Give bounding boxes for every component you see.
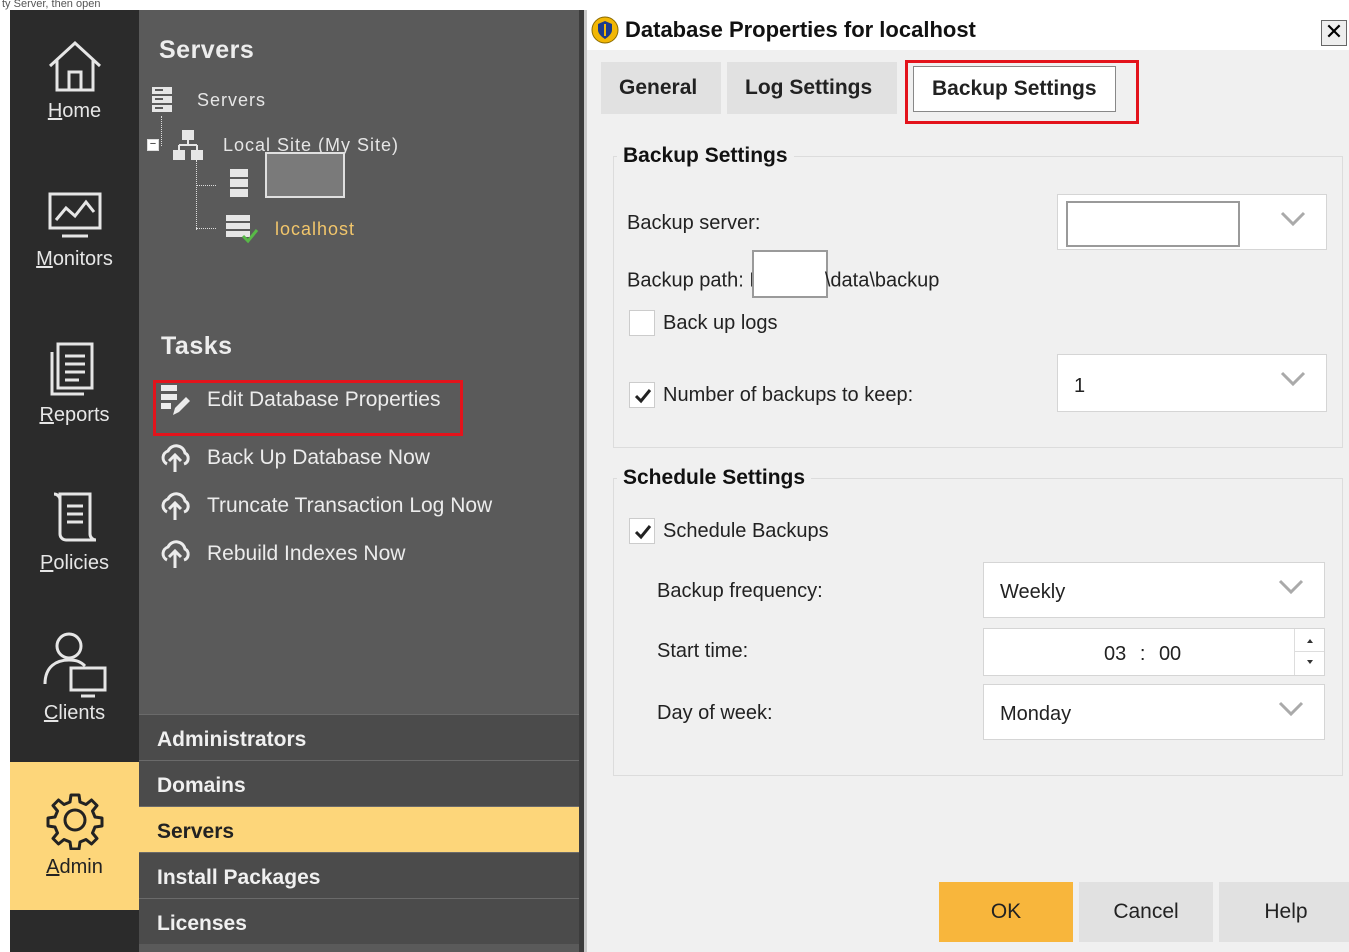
spin-down-icon — [1307, 660, 1313, 664]
tree-item-server-redacted[interactable] — [229, 152, 345, 198]
backup-path-label: Backup path: I \data\backup — [627, 250, 939, 298]
back-up-logs-label: Back up logs — [663, 312, 778, 334]
number-of-backups-label: Number of backups to keep: — [663, 384, 914, 406]
accordion-administrators[interactable]: Administrators — [139, 714, 579, 760]
start-time-label: Start time: — [657, 640, 749, 662]
collapse-toggle-icon[interactable]: − — [147, 139, 159, 151]
checkmark-icon — [634, 525, 652, 540]
cloud-upload-icon — [161, 492, 190, 520]
policy-scroll-icon — [53, 492, 96, 542]
left-nav: Home Monitors Reports Policies Clients A… — [10, 10, 139, 952]
number-of-backups-select[interactable]: 1 — [1057, 354, 1327, 412]
spin-up-button[interactable] — [1294, 629, 1324, 652]
schedule-backups-label: Schedule Backups — [663, 520, 829, 542]
nav-admin[interactable]: Admin — [10, 762, 139, 910]
dialog-title: Database Properties for localhost — [625, 17, 976, 42]
reports-icon — [50, 342, 93, 396]
day-of-week-select[interactable]: Monday — [983, 684, 1325, 740]
start-minute[interactable]: 00 — [1159, 643, 1181, 665]
redacted-name-box — [265, 152, 345, 198]
backup-server-label: Backup server: — [627, 212, 761, 234]
chevron-down-icon — [1278, 579, 1304, 595]
monitor-chart-icon — [48, 192, 101, 238]
gear-icon — [46, 793, 103, 850]
spin-up-icon — [1307, 639, 1313, 643]
redacted-path-box — [751, 250, 828, 298]
accordion-install-packages[interactable]: Install Packages — [139, 852, 579, 898]
help-button[interactable]: Help — [1219, 882, 1349, 942]
chevron-down-icon — [1278, 701, 1304, 717]
nav-home[interactable]: Home — [10, 38, 139, 138]
number-of-backups-checkbox[interactable] — [629, 382, 655, 408]
task-rebuild-indexes[interactable]: Rebuild Indexes Now — [159, 532, 405, 576]
page-caption: ty Server, then open — [2, 0, 101, 10]
accordion-licenses[interactable]: Licenses — [139, 898, 579, 944]
tree-item-localhost[interactable]: localhost — [225, 214, 355, 244]
client-user-icon — [43, 632, 106, 698]
backup-frequency-label: Backup frequency: — [657, 580, 823, 602]
tasks-section-title: Tasks — [161, 332, 233, 360]
home-icon — [48, 40, 101, 92]
ok-button[interactable]: OK — [939, 882, 1073, 942]
tab-log-settings[interactable]: Log Settings — [727, 62, 897, 114]
chevron-down-icon — [1280, 371, 1306, 387]
nav-clients[interactable]: Clients — [10, 628, 139, 748]
tree-item-servers[interactable]: Servers — [151, 86, 266, 114]
task-truncate-transaction-log[interactable]: Truncate Transaction Log Now — [159, 484, 492, 528]
servers-section-title: Servers — [159, 36, 255, 64]
app-shield-icon — [591, 16, 619, 44]
backup-settings-group-title: Backup Settings — [617, 144, 794, 168]
redacted-server-box — [1066, 201, 1240, 247]
server-stack-icon — [152, 87, 172, 112]
highlight-backup-settings-tab — [905, 60, 1139, 124]
chevron-down-icon — [1280, 211, 1306, 227]
dialog-titlebar: Database Properties for localhost ✕ — [587, 10, 1349, 50]
schedule-settings-group-title: Schedule Settings — [617, 466, 812, 490]
close-button[interactable]: ✕ — [1321, 20, 1347, 46]
backup-frequency-select[interactable]: Weekly — [983, 562, 1325, 618]
accordion-domains[interactable]: Domains — [139, 760, 579, 806]
cancel-button[interactable]: Cancel — [1079, 882, 1213, 942]
cloud-upload-icon — [161, 444, 190, 472]
task-back-up-database-now[interactable]: Back Up Database Now — [159, 436, 430, 480]
app-window: Home Monitors Reports Policies Clients A… — [10, 10, 1349, 952]
highlight-edit-database-properties — [153, 380, 463, 436]
server-stack-icon — [230, 169, 248, 197]
spin-down-button[interactable] — [1294, 652, 1324, 675]
network-site-icon — [173, 130, 203, 160]
accordion-servers[interactable]: Servers — [139, 806, 579, 852]
nav-reports[interactable]: Reports — [10, 340, 139, 440]
schedule-backups-checkbox[interactable] — [629, 518, 655, 544]
database-properties-dialog: Database Properties for localhost ✕ Gene… — [584, 10, 1349, 952]
start-time-input[interactable]: 03 : 00 — [983, 628, 1325, 676]
back-up-logs-checkbox[interactable] — [629, 310, 655, 336]
day-of-week-label: Day of week: — [657, 702, 773, 724]
middle-pane: Servers Servers − Local Site (My Site) l… — [139, 10, 579, 952]
start-hour[interactable]: 03 — [1104, 643, 1126, 665]
checkmark-icon — [634, 389, 652, 404]
database-server-check-icon — [226, 215, 259, 244]
nav-policies[interactable]: Policies — [10, 488, 139, 588]
backup-server-select[interactable] — [1057, 194, 1327, 250]
nav-monitors[interactable]: Monitors — [10, 190, 139, 290]
tab-general[interactable]: General — [601, 62, 721, 114]
cloud-upload-icon — [161, 540, 190, 568]
